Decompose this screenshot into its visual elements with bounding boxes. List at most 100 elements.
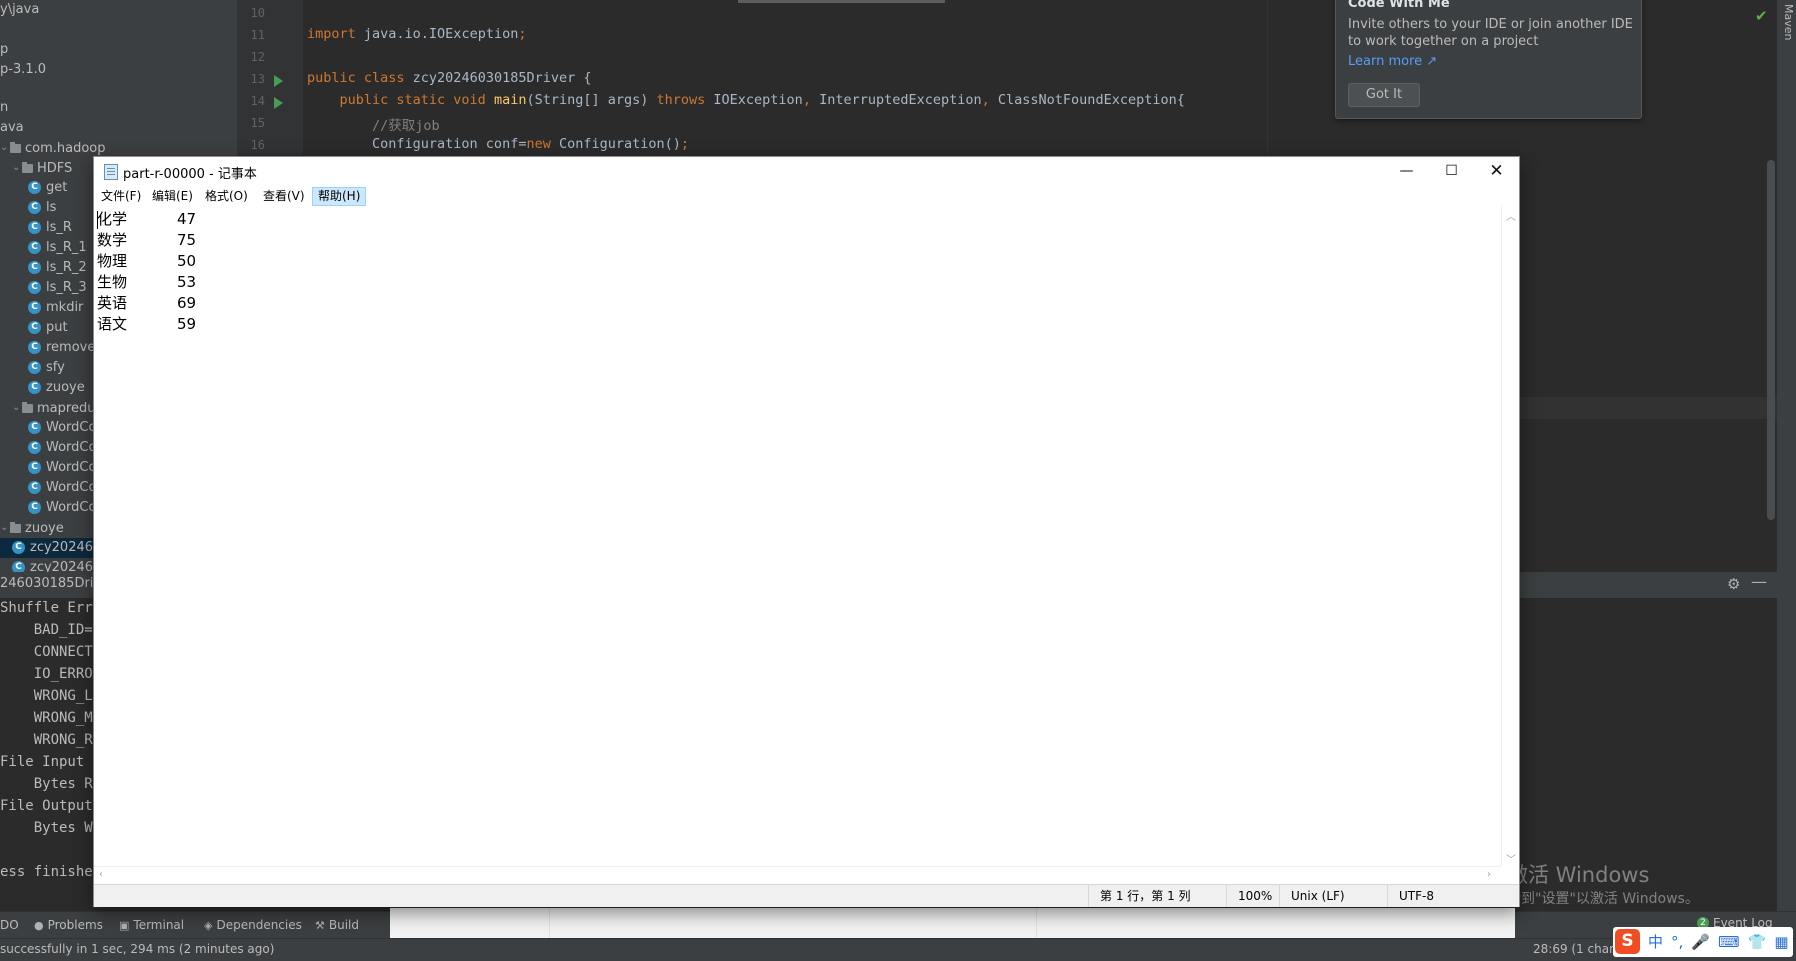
- project-tree-item[interactable]: C WordCo: [0, 458, 96, 478]
- scroll-down-icon[interactable]: ﹀: [1506, 851, 1516, 866]
- project-tree-item[interactable]: C WordCo: [0, 418, 96, 438]
- tool-window-button[interactable]: ⚒ Build: [315, 918, 359, 932]
- run-gutter-icon[interactable]: [274, 75, 283, 87]
- ime-language[interactable]: 中: [1648, 927, 1663, 957]
- project-tree-item[interactable]: p-3.1.0: [0, 60, 46, 80]
- project-tree-label: p: [0, 42, 9, 57]
- chevron-down-icon[interactable]: ⌄: [12, 158, 22, 178]
- code-line[interactable]: public class zcy20246030185Driver {: [307, 70, 591, 86]
- project-tree-label: WordCo: [46, 440, 97, 455]
- project-tree-label: com.hadoop: [25, 140, 106, 156]
- project-tree-item[interactable]: Csfy: [0, 358, 65, 378]
- editor-horizontal-scrollbar[interactable]: [738, 0, 945, 3]
- maximize-button[interactable]: ☐: [1429, 157, 1474, 186]
- chevron-down-icon[interactable]: ⌄: [12, 398, 22, 418]
- java-class-icon: C: [28, 481, 41, 494]
- ime-tray[interactable]: S 中 °, 🎤 ⌨ 👕 ▦: [1613, 927, 1793, 957]
- editor-highlight-row: [1518, 397, 1777, 419]
- project-tree-item[interactable]: Cls_R: [0, 218, 72, 238]
- vertical-scrollbar[interactable]: ︿ ﹀: [1501, 206, 1519, 866]
- code-token: public static void: [307, 92, 494, 108]
- project-tree-item[interactable]: Cls: [0, 198, 56, 218]
- chevron-down-icon[interactable]: ⌄: [0, 518, 10, 538]
- project-tree-item[interactable]: Cls_R_2: [0, 258, 87, 278]
- menu-item[interactable]: 文件(F): [96, 188, 146, 205]
- code-line[interactable]: import java.io.IOException;: [307, 26, 526, 42]
- build-icon: ⚒: [315, 919, 325, 932]
- score-value: 50: [177, 252, 197, 270]
- project-tree-item[interactable]: Czuoye: [0, 378, 85, 398]
- project-tree-label: zuoye: [46, 380, 85, 395]
- scroll-right-icon[interactable]: ›: [1487, 869, 1491, 880]
- got-it-button[interactable]: Got It: [1348, 83, 1420, 107]
- tool-window-button[interactable]: ● Problems: [34, 918, 103, 932]
- project-tree-item[interactable]: ⌄ zuoye: [0, 518, 64, 538]
- java-class-icon: C: [28, 501, 41, 514]
- skin-icon[interactable]: 👕: [1748, 927, 1767, 957]
- project-tree-item[interactable]: Cremove: [0, 338, 95, 358]
- minimize-icon[interactable]: —: [1751, 572, 1767, 591]
- gear-icon[interactable]: ⚙: [1727, 575, 1740, 593]
- java-class-icon: C: [12, 561, 25, 572]
- learn-more-link[interactable]: Learn more ↗: [1348, 54, 1437, 69]
- project-tree-item[interactable]: Cmkdir: [0, 298, 83, 318]
- project-tree-label: zuoye: [25, 520, 64, 536]
- project-tree-item[interactable]: C WordCo: [0, 498, 96, 518]
- project-tree-item[interactable]: ava: [0, 118, 24, 138]
- score-value: 47: [177, 210, 197, 228]
- java-class-icon: C: [28, 321, 41, 334]
- tool-window-button[interactable]: ▣ Terminal: [119, 918, 184, 932]
- menu-item[interactable]: 帮助(H): [312, 187, 367, 206]
- tool-window-button[interactable]: ◈ Dependencies: [204, 918, 302, 932]
- code-line[interactable]: Configuration conf=new Configuration();: [307, 136, 689, 152]
- menu-item[interactable]: 格式(O): [200, 188, 253, 205]
- project-tree-item[interactable]: n: [0, 98, 8, 118]
- minimize-button[interactable]: —: [1384, 157, 1429, 186]
- dependencies-icon: ◈: [204, 919, 213, 932]
- menu-item[interactable]: 编辑(E): [147, 188, 198, 205]
- project-tree-item[interactable]: ⌄ HDFS: [0, 158, 72, 178]
- project-tree-item[interactable]: Czcy20246: [0, 558, 93, 572]
- chevron-down-icon[interactable]: ⌄: [0, 138, 10, 158]
- sogou-logo-icon[interactable]: S: [1615, 929, 1640, 954]
- java-class-icon: C: [28, 181, 41, 194]
- code-token: new: [526, 136, 559, 152]
- project-tree-item[interactable]: ⌄ com.hadoop: [0, 138, 106, 158]
- run-gutter-icon[interactable]: [274, 97, 283, 109]
- close-button[interactable]: ✕: [1474, 157, 1519, 186]
- code-line[interactable]: public static void main(String[] args) t…: [307, 92, 1185, 108]
- project-tree-item[interactable]: p: [0, 40, 8, 60]
- code-token: (String[] args): [526, 92, 657, 108]
- notepad-titlebar[interactable]: part-r-00000 - 记事本 — ☐ ✕: [94, 157, 1519, 186]
- project-tree-item[interactable]: Cput: [0, 318, 68, 338]
- notepad-status-bar: 第 1 行，第 1 列 100% Unix (LF) UTF-8: [94, 884, 1519, 907]
- toolbox-icon[interactable]: ▦: [1774, 927, 1788, 957]
- zoom-level: 100%: [1226, 885, 1278, 907]
- scroll-up-icon[interactable]: ︿: [1506, 208, 1516, 223]
- tool-window-button[interactable]: DO: [0, 918, 19, 932]
- punctuation-icon[interactable]: °,: [1671, 927, 1683, 957]
- code-token: throws: [656, 92, 714, 108]
- menu-item[interactable]: 查看(V): [258, 188, 310, 205]
- scroll-left-icon[interactable]: ‹: [99, 869, 103, 880]
- project-tree-item[interactable]: Cls_R_3: [0, 278, 87, 298]
- microphone-icon[interactable]: 🎤: [1691, 927, 1710, 957]
- maven-tab[interactable]: Maven: [1782, 4, 1795, 40]
- code-line[interactable]: //获取job: [307, 114, 440, 134]
- project-tree-item[interactable]: C WordCo: [0, 438, 96, 458]
- code-editor[interactable]: import java.io.IOException; public class …: [303, 0, 1267, 155]
- tool-window-label: DO: [0, 918, 19, 932]
- keyboard-icon[interactable]: ⌨: [1718, 927, 1740, 957]
- project-tree-item[interactable]: y\java: [0, 0, 39, 20]
- project-tree-label: mkdir: [46, 300, 84, 315]
- inspection-ok-icon[interactable]: ✔: [1755, 7, 1768, 25]
- caret-position[interactable]: 28:69 (1 char): [1533, 942, 1619, 956]
- editor-scrollbar[interactable]: [1767, 160, 1775, 520]
- line-ending: Unix (LF): [1279, 885, 1386, 907]
- project-tree-item[interactable]: Cls_R_1: [0, 238, 87, 258]
- problems-icon: ●: [34, 919, 44, 932]
- score-value: 75: [177, 231, 197, 249]
- project-tree-item[interactable]: Cget: [0, 178, 67, 198]
- horizontal-scrollbar[interactable]: ‹ ›: [94, 866, 1501, 884]
- project-tree-item[interactable]: C WordCo: [0, 478, 96, 498]
